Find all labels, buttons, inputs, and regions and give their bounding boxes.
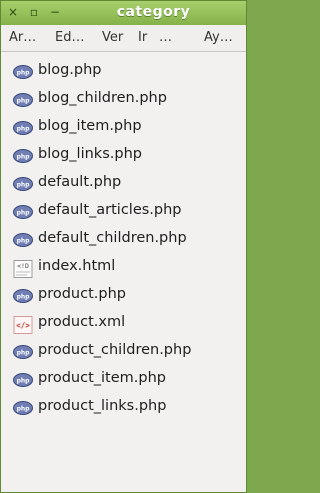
- file-name: index.html: [38, 258, 116, 274]
- svg-text:php: php: [17, 70, 31, 77]
- svg-text:php: php: [17, 98, 31, 105]
- file-name: product.xml: [38, 314, 126, 330]
- svg-text:php: php: [17, 154, 31, 161]
- file-item[interactable]: php default_articles.php: [13, 201, 238, 223]
- file-item[interactable]: php product.php: [13, 285, 238, 307]
- php-file-icon: php: [13, 372, 33, 388]
- php-file-icon: php: [13, 204, 33, 220]
- php-file-icon: php: [13, 148, 33, 164]
- maximize-icon[interactable]: ▫: [27, 5, 41, 19]
- svg-text:php: php: [17, 238, 31, 245]
- php-file-icon: php: [13, 120, 33, 136]
- menu-view[interactable]: Ver: [102, 30, 123, 45]
- php-file-icon: php: [13, 232, 33, 248]
- php-file-icon: php: [13, 288, 33, 304]
- php-file-icon: php: [13, 176, 33, 192]
- php-file-icon: php: [13, 344, 33, 360]
- window-title: category: [116, 4, 191, 20]
- file-item[interactable]: php blog_children.php: [13, 89, 238, 111]
- svg-text:php: php: [17, 350, 31, 357]
- file-item[interactable]: </> product.xml: [13, 313, 238, 335]
- svg-text:</>: </>: [16, 321, 30, 330]
- file-name: default.php: [38, 174, 122, 190]
- php-file-icon: php: [13, 92, 33, 108]
- file-name: blog_links.php: [38, 146, 142, 162]
- svg-text:php: php: [17, 126, 31, 133]
- php-file-icon: php: [13, 64, 33, 80]
- html-file-icon: <!D: [13, 260, 33, 278]
- file-item[interactable]: <!D index.html: [13, 257, 238, 279]
- file-item[interactable]: php blog_links.php: [13, 145, 238, 167]
- file-list: php blog.php php blog_children.php php blog_i…: [1, 52, 246, 492]
- file-name: default_children.php: [38, 230, 187, 246]
- menu-help[interactable]: Ay…: [204, 30, 233, 45]
- file-name: product.php: [38, 286, 126, 302]
- file-item[interactable]: php product_children.php: [13, 341, 238, 363]
- svg-text:<!D: <!D: [17, 262, 29, 270]
- file-name: product_links.php: [38, 398, 167, 414]
- file-name: product_item.php: [38, 370, 166, 386]
- file-name: blog_children.php: [38, 90, 167, 106]
- file-item[interactable]: php default_children.php: [13, 229, 238, 251]
- file-name: blog.php: [38, 62, 102, 78]
- svg-text:php: php: [17, 406, 31, 413]
- svg-text:php: php: [17, 210, 31, 217]
- xml-file-icon: </>: [13, 316, 33, 334]
- menu-more[interactable]: …: [159, 30, 172, 45]
- svg-text:php: php: [17, 294, 31, 301]
- menu-bar: Ar… Ed… Ver Ir … Ay…: [1, 25, 246, 52]
- svg-text:php: php: [17, 182, 31, 189]
- menu-archive[interactable]: Ar…: [9, 30, 36, 45]
- file-item[interactable]: php blog_item.php: [13, 117, 238, 139]
- title-bar[interactable]: × ▫ − category: [1, 1, 246, 26]
- file-item[interactable]: php product_links.php: [13, 397, 238, 419]
- file-manager-window: × ▫ − category Ar… Ed… Ver Ir … Ay… php b…: [0, 0, 247, 493]
- php-file-icon: php: [13, 400, 33, 416]
- file-name: blog_item.php: [38, 118, 142, 134]
- close-icon[interactable]: ×: [6, 5, 20, 19]
- file-item[interactable]: php blog.php: [13, 61, 238, 83]
- file-name: default_articles.php: [38, 202, 182, 218]
- minimize-icon[interactable]: −: [48, 5, 62, 19]
- file-item[interactable]: php default.php: [13, 173, 238, 195]
- svg-text:php: php: [17, 378, 31, 385]
- menu-go[interactable]: Ir: [138, 30, 147, 45]
- file-item[interactable]: php product_item.php: [13, 369, 238, 391]
- file-name: product_children.php: [38, 342, 192, 358]
- menu-edit[interactable]: Ed…: [55, 30, 84, 45]
